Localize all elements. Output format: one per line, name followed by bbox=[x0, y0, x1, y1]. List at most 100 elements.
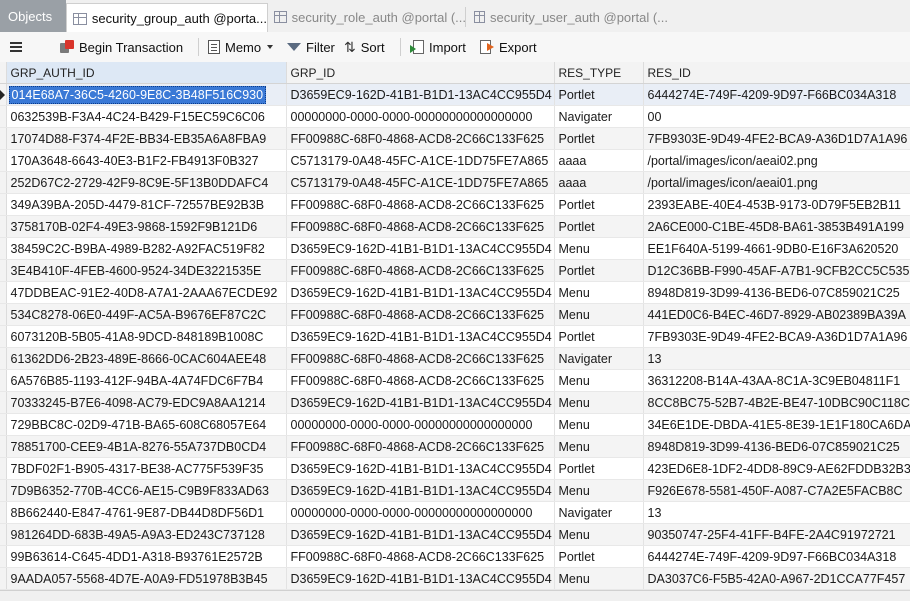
cell-grp-auth-id[interactable]: 99B63614-C645-4DD1-A318-B93761E2572B bbox=[6, 545, 287, 568]
row-marker[interactable] bbox=[0, 545, 7, 568]
cell-grp-id[interactable]: D3659EC9-162D-41B1-B1D1-13AC4CC955D4 bbox=[286, 391, 555, 414]
cell-grp-id[interactable]: 00000000-0000-0000-00000000000000000 bbox=[286, 413, 555, 436]
cell-res-type[interactable]: Menu bbox=[554, 237, 644, 260]
cell-res-type[interactable]: Portlet bbox=[554, 325, 644, 348]
export-button[interactable]: Export bbox=[480, 32, 537, 62]
cell-res-type[interactable]: Menu bbox=[554, 435, 644, 458]
cell-res-id[interactable]: 2A6CE000-C1BE-45D8-BA61-3853B491A199 bbox=[643, 215, 910, 238]
cell-grp-id[interactable]: D3659EC9-162D-41B1-B1D1-13AC4CC955D4 bbox=[286, 281, 555, 304]
table-row[interactable]: 6073120B-5B05-41A8-9DCD-848189B1008C D365… bbox=[0, 325, 910, 348]
table-row[interactable]: 70333245-B7E6-4098-AC79-EDC9A8AA1214 D365… bbox=[0, 391, 910, 414]
cell-res-type[interactable]: Menu bbox=[554, 281, 644, 304]
cell-grp-id[interactable]: D3659EC9-162D-41B1-B1D1-13AC4CC955D4 bbox=[286, 457, 555, 480]
table-row[interactable]: 0632539B-F3A4-4C24-B429-F15EC59C6C06 0000… bbox=[0, 105, 910, 128]
row-marker[interactable] bbox=[0, 127, 7, 150]
cell-grp-auth-id[interactable]: 014E68A7-36C5-4260-9E8C-3B48F516C930 bbox=[6, 83, 287, 106]
cell-res-type[interactable]: Menu bbox=[554, 303, 644, 326]
cell-grp-id[interactable]: D3659EC9-162D-41B1-B1D1-13AC4CC955D4 bbox=[286, 83, 555, 106]
row-marker[interactable] bbox=[0, 149, 7, 172]
table-row[interactable]: 61362DD6-2B23-489E-8666-0CAC604AEE48 FF00… bbox=[0, 347, 910, 370]
table-row[interactable]: 9AADA057-5568-4D7E-A0A9-FD51978B3B45 D365… bbox=[0, 567, 910, 590]
cell-res-id[interactable]: EE1F640A-5199-4661-9DB0-E16F3A620520 bbox=[643, 237, 910, 260]
cell-res-id[interactable]: 36312208-B14A-43AA-8C1A-3C9EB04811F1 bbox=[643, 369, 910, 392]
cell-res-type[interactable]: Portlet bbox=[554, 457, 644, 480]
cell-res-type[interactable]: Portlet bbox=[554, 259, 644, 282]
table-row[interactable]: 7D9B6352-770B-4CC6-AE15-C9B9F833AD63 D365… bbox=[0, 479, 910, 502]
cell-res-type[interactable]: Menu bbox=[554, 567, 644, 590]
table-row[interactable]: 349A39BA-205D-4479-81CF-72557BE92B3B FF00… bbox=[0, 193, 910, 216]
cell-grp-auth-id[interactable]: 61362DD6-2B23-489E-8666-0CAC604AEE48 bbox=[6, 347, 287, 370]
cell-res-id[interactable]: 7FB9303E-9D49-4FE2-BCA9-A36D1D7A1A96 bbox=[643, 127, 910, 150]
table-row[interactable]: 3758170B-02F4-49E3-9868-1592F9B121D6 FF00… bbox=[0, 215, 910, 238]
cell-res-type[interactable]: Navigater bbox=[554, 105, 644, 128]
cell-grp-id[interactable]: D3659EC9-162D-41B1-B1D1-13AC4CC955D4 bbox=[286, 237, 555, 260]
cell-grp-auth-id[interactable]: 9AADA057-5568-4D7E-A0A9-FD51978B3B45 bbox=[6, 567, 287, 590]
row-marker[interactable] bbox=[0, 259, 7, 282]
cell-res-type[interactable]: Menu bbox=[554, 391, 644, 414]
cell-res-type[interactable]: Menu bbox=[554, 413, 644, 436]
cell-res-id[interactable]: /portal/images/icon/aeai01.png bbox=[643, 171, 910, 194]
cell-res-id[interactable]: DA3037C6-F5B5-42A0-A967-2D1CCA77F457 bbox=[643, 567, 910, 590]
row-marker[interactable] bbox=[0, 281, 7, 304]
cell-res-type[interactable]: Menu bbox=[554, 523, 644, 546]
table-row[interactable]: 38459C2C-B9BA-4989-B282-A92FAC519F82 D365… bbox=[0, 237, 910, 260]
row-marker[interactable] bbox=[0, 369, 7, 392]
horizontal-scrollbar[interactable] bbox=[0, 590, 910, 601]
menu-button[interactable] bbox=[10, 32, 27, 62]
cell-res-type[interactable]: Portlet bbox=[554, 215, 644, 238]
cell-res-id[interactable]: 8948D819-3D99-4136-BED6-07C859021C25 bbox=[643, 435, 910, 458]
row-marker[interactable] bbox=[0, 479, 7, 502]
table-row[interactable]: 534C8278-06E0-449F-AC5A-B9676EF87C2C FF00… bbox=[0, 303, 910, 326]
cell-grp-id[interactable]: 00000000-0000-0000-00000000000000000 bbox=[286, 501, 555, 524]
cell-grp-auth-id[interactable]: 729BBC8C-02D9-471B-BA65-608C68057E64 bbox=[6, 413, 287, 436]
cell-res-type[interactable]: Portlet bbox=[554, 545, 644, 568]
cell-grp-auth-id[interactable]: 38459C2C-B9BA-4989-B282-A92FAC519F82 bbox=[6, 237, 287, 260]
cell-grp-auth-id[interactable]: 70333245-B7E6-4098-AC79-EDC9A8AA1214 bbox=[6, 391, 287, 414]
cell-grp-auth-id[interactable]: 6A576B85-1193-412F-94BA-4A74FDC6F7B4 bbox=[6, 369, 287, 392]
table-row[interactable]: 252D67C2-2729-42F9-8C9E-5F13B0DDAFC4 C571… bbox=[0, 171, 910, 194]
row-marker[interactable] bbox=[0, 171, 7, 194]
row-marker[interactable] bbox=[0, 413, 7, 436]
row-marker[interactable] bbox=[0, 193, 7, 216]
cell-grp-auth-id[interactable]: 252D67C2-2729-42F9-8C9E-5F13B0DDAFC4 bbox=[6, 171, 287, 194]
cell-res-type[interactable]: Portlet bbox=[554, 127, 644, 150]
sort-button[interactable]: ⇅ Sort bbox=[344, 32, 385, 62]
column-header-grp-id[interactable]: GRP_ID bbox=[286, 62, 555, 84]
table-row[interactable]: 3E4B410F-4FEB-4600-9524-34DE3221535E FF00… bbox=[0, 259, 910, 282]
cell-res-type[interactable]: Menu bbox=[554, 479, 644, 502]
cell-res-id[interactable]: 8948D819-3D99-4136-BED6-07C859021C25 bbox=[643, 281, 910, 304]
cell-res-id[interactable]: 6444274E-749F-4209-9D97-F66BC034A318 bbox=[643, 83, 910, 106]
cell-grp-id[interactable]: FF00988C-68F0-4868-ACD8-2C66C133F625 bbox=[286, 259, 555, 282]
table-row[interactable]: 014E68A7-36C5-4260-9E8C-3B48F516C930 D365… bbox=[0, 83, 910, 106]
row-marker[interactable] bbox=[0, 325, 7, 348]
cell-res-type[interactable]: Navigater bbox=[554, 347, 644, 370]
table-row[interactable]: 729BBC8C-02D9-471B-BA65-608C68057E64 0000… bbox=[0, 413, 910, 436]
cell-res-id[interactable]: F926E678-5581-450F-A087-C7A2E5FACB8C bbox=[643, 479, 910, 502]
tab-security-user-auth[interactable]: security_user_auth @portal (... bbox=[468, 3, 668, 31]
cell-res-type[interactable]: Portlet bbox=[554, 83, 644, 106]
row-marker[interactable] bbox=[0, 501, 7, 524]
cell-grp-auth-id[interactable]: 6073120B-5B05-41A8-9DCD-848189B1008C bbox=[6, 325, 287, 348]
table-row[interactable]: 170A3648-6643-40E3-B1F2-FB4913F0B327 C571… bbox=[0, 149, 910, 172]
cell-res-type[interactable]: Navigater bbox=[554, 501, 644, 524]
cell-grp-id[interactable]: C5713179-0A48-45FC-A1CE-1DD75FE7A865 bbox=[286, 149, 555, 172]
data-grid[interactable]: GRP_AUTH_ID GRP_ID RES_TYPE RES_ID 014E6… bbox=[0, 62, 910, 590]
row-marker[interactable] bbox=[0, 435, 7, 458]
cell-res-id[interactable]: 34E6E1DE-DBDA-41E5-8E39-1E1F180CA6DA bbox=[643, 413, 910, 436]
cell-res-id[interactable]: 423ED6E8-1DF2-4DD8-89C9-AE62FDDB32B3 bbox=[643, 457, 910, 480]
cell-grp-id[interactable]: FF00988C-68F0-4868-ACD8-2C66C133F625 bbox=[286, 347, 555, 370]
table-row[interactable]: 17074D88-F374-4F2E-BB34-EB35A6A8FBA9 FF00… bbox=[0, 127, 910, 150]
row-marker[interactable] bbox=[0, 523, 7, 546]
cell-res-type[interactable]: aaaa bbox=[554, 149, 644, 172]
cell-res-id[interactable]: 441ED0C6-B4EC-46D7-8929-AB02389BA39A bbox=[643, 303, 910, 326]
row-marker[interactable] bbox=[0, 457, 7, 480]
cell-grp-auth-id[interactable]: 7D9B6352-770B-4CC6-AE15-C9B9F833AD63 bbox=[6, 479, 287, 502]
column-header-res-id[interactable]: RES_ID bbox=[643, 62, 910, 84]
cell-grp-auth-id[interactable]: 3E4B410F-4FEB-4600-9524-34DE3221535E bbox=[6, 259, 287, 282]
cell-grp-id[interactable]: FF00988C-68F0-4868-ACD8-2C66C133F625 bbox=[286, 369, 555, 392]
cell-grp-auth-id[interactable]: 3758170B-02F4-49E3-9868-1592F9B121D6 bbox=[6, 215, 287, 238]
cell-grp-auth-id[interactable]: 349A39BA-205D-4479-81CF-72557BE92B3B bbox=[6, 193, 287, 216]
cell-grp-auth-id[interactable]: 17074D88-F374-4F2E-BB34-EB35A6A8FBA9 bbox=[6, 127, 287, 150]
table-row[interactable]: 99B63614-C645-4DD1-A318-B93761E2572B FF00… bbox=[0, 545, 910, 568]
memo-button[interactable]: Memo bbox=[208, 32, 274, 62]
